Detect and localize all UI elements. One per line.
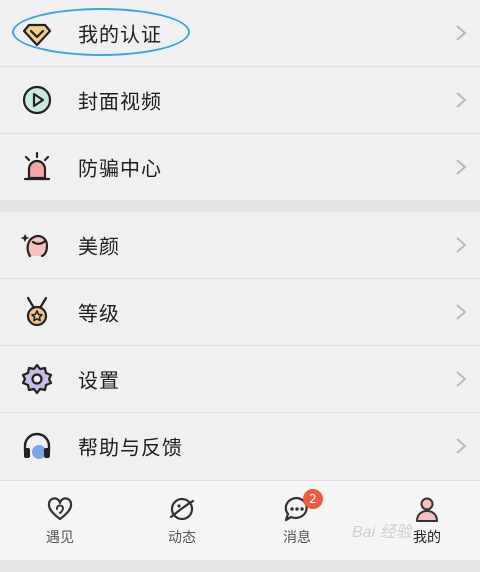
chevron-right-icon: [456, 438, 467, 454]
hearts-icon: [47, 497, 73, 521]
tab-label: 遇见: [46, 530, 74, 546]
tab-moments[interactable]: 动态: [122, 481, 242, 561]
section-gap: [0, 200, 480, 212]
chevron-right-icon: [456, 92, 467, 108]
chevron-right-icon: [456, 237, 467, 253]
chevron-right-icon: [456, 371, 467, 387]
menu-label: 帮助与反馈: [78, 435, 183, 460]
alarm-light-icon: [23, 151, 51, 181]
menu-label: 设置: [78, 368, 120, 393]
watermark: Bai 经验: [352, 524, 412, 541]
bottom-strip: [0, 560, 480, 572]
gear-icon: [21, 363, 53, 395]
chevron-right-icon: [456, 304, 467, 320]
tab-label: 消息: [283, 530, 311, 546]
menu-item-beauty[interactable]: 美颜: [0, 212, 480, 278]
unread-badge: 2: [303, 489, 323, 509]
tab-label: 动态: [168, 530, 196, 546]
menu-label: 防骗中心: [78, 156, 162, 181]
menu-item-help-feedback[interactable]: 帮助与反馈: [0, 413, 480, 479]
play-circle-icon: [22, 85, 52, 115]
menu-item-certification[interactable]: 我的认证: [0, 0, 480, 66]
chevron-right-icon: [456, 159, 467, 175]
menu-item-anti-fraud[interactable]: 防骗中心: [0, 134, 480, 200]
diamond-badge-icon: [22, 23, 52, 47]
menu-item-settings[interactable]: 设置: [0, 346, 480, 412]
menu-label: 封面视频: [78, 89, 162, 114]
headset-icon: [23, 432, 51, 459]
menu-item-cover-video[interactable]: 封面视频: [0, 67, 480, 133]
menu-label: 美颜: [78, 234, 120, 259]
menu-item-level[interactable]: 等级: [0, 279, 480, 345]
person-icon: [416, 497, 438, 522]
menu-group-2: 美颜 等级 设置 帮助与反馈: [0, 212, 480, 480]
menu-group-1: 我的认证 封面视频 防骗中心: [0, 0, 480, 200]
tab-meet[interactable]: 遇见: [0, 481, 120, 561]
tab-messages[interactable]: 2 消息: [237, 481, 357, 561]
menu-label: 等级: [78, 301, 120, 326]
medal-icon: [26, 296, 48, 327]
menu-label: 我的认证: [78, 22, 162, 47]
planet-icon: [169, 497, 195, 521]
beauty-face-icon: [20, 234, 49, 258]
chevron-right-icon: [456, 25, 467, 41]
